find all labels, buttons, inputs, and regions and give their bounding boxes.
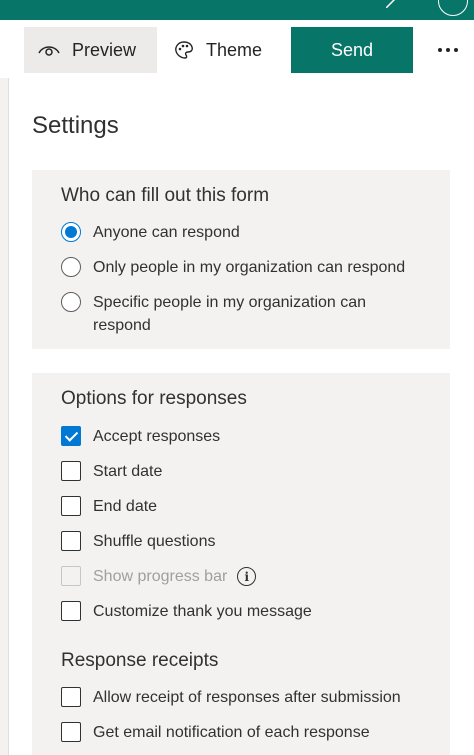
checkbox-allow-receipt[interactable]: Allow receipt of responses after submiss… [61, 686, 401, 709]
checkbox-label: Start date [93, 463, 163, 480]
checkbox-checked[interactable] [61, 426, 81, 446]
info-icon[interactable]: i [237, 567, 257, 586]
checkbox[interactable] [61, 461, 81, 481]
checkbox-label: Accept responses [93, 428, 221, 445]
checkbox-shuffle-questions[interactable]: Shuffle questions [61, 530, 215, 553]
checkbox-label: Customize thank you message [93, 603, 312, 620]
toolbar: Preview Theme Send [0, 20, 474, 78]
checkbox-label: End date [93, 498, 158, 515]
panel-divider [0, 78, 9, 755]
radio-button-selected[interactable] [61, 222, 81, 242]
radio-button[interactable] [61, 292, 81, 312]
checkbox-start-date[interactable]: Start date [61, 460, 162, 483]
checkbox-show-progress-bar: Show progress bar i [61, 565, 257, 588]
ellipsis-icon [438, 48, 458, 52]
account-avatar[interactable] [438, 0, 468, 16]
checkbox[interactable] [61, 601, 81, 621]
eye-icon [38, 46, 60, 56]
checkbox-email-notification[interactable]: Get email notification of each response [61, 721, 370, 744]
checkbox-disabled [61, 566, 81, 586]
who-can-fill-panel: Who can fill out this form Anyone can re… [32, 170, 450, 349]
theme-button[interactable]: Theme [168, 27, 286, 73]
checkbox[interactable] [61, 687, 81, 707]
preview-label: Preview [72, 39, 137, 60]
radio-organization[interactable]: Only people in my organization can respo… [61, 256, 405, 279]
app-header-bar [0, 0, 474, 20]
page-title: Settings [32, 112, 119, 139]
radio-label: Only people in my organization can respo… [93, 259, 406, 276]
checkbox-label: Allow receipt of responses after submiss… [93, 689, 401, 706]
checkbox-customize-thank-you[interactable]: Customize thank you message [61, 600, 312, 623]
radio-label: Anyone can respond [93, 224, 240, 241]
radio-button[interactable] [61, 257, 81, 277]
checkbox[interactable] [61, 722, 81, 742]
palette-icon [175, 41, 193, 59]
preview-button[interactable]: Preview [24, 27, 157, 73]
checkbox-accept-responses[interactable]: Accept responses [61, 425, 220, 448]
radio-anyone[interactable]: Anyone can respond [61, 221, 240, 244]
section-title-who: Who can fill out this form [61, 185, 270, 206]
more-options-button[interactable] [428, 27, 468, 73]
checkbox-end-date[interactable]: End date [61, 495, 157, 518]
response-options-panel: Options for responses Accept responses S… [32, 373, 450, 755]
checkbox-label: Show progress bar [93, 568, 228, 585]
section-title-receipts: Response receipts [61, 650, 219, 671]
radio-specific-people[interactable]: Specific people in my organization can r… [61, 291, 401, 337]
header-icon[interactable] [386, 0, 396, 8]
checkbox-label: Shuffle questions [93, 533, 216, 550]
checkbox-label: Get email notification of each response [93, 724, 370, 741]
send-button[interactable]: Send [291, 27, 413, 73]
checkbox[interactable] [61, 531, 81, 551]
section-title-options: Options for responses [61, 388, 247, 409]
checkbox[interactable] [61, 496, 81, 516]
radio-label: Specific people in my organization can r… [93, 294, 367, 334]
theme-label: Theme [206, 39, 263, 60]
